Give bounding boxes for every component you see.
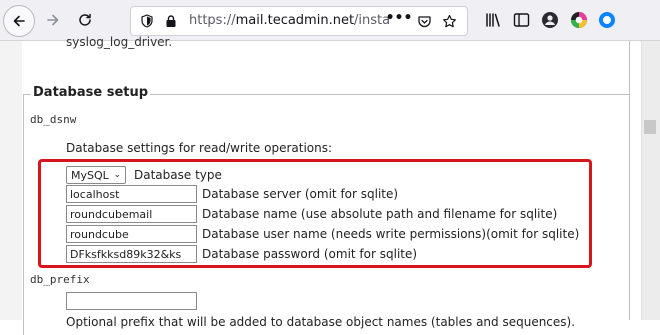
reload-icon: [79, 13, 91, 26]
account-icon[interactable]: [541, 11, 559, 29]
page-content: syslog_log_driver. Database setup db_dsn…: [0, 35, 660, 335]
db-prefix-field[interactable]: [66, 292, 197, 310]
prefix-label: db_prefix: [30, 273, 90, 286]
url-path: /installer/in: [354, 13, 389, 28]
extension-icon[interactable]: [570, 11, 588, 29]
address-bar[interactable]: https://mail.tecadmin.net/installer/in •…: [130, 6, 468, 36]
highlight-box: [38, 159, 592, 268]
more-icon[interactable]: •••: [386, 10, 413, 26]
url-host: mail.tecadmin.net: [235, 13, 355, 28]
scrollbar-track[interactable]: [641, 41, 660, 320]
forward-button[interactable]: [38, 5, 68, 35]
syslog-text: syslog_log_driver.: [66, 35, 173, 49]
library-icon[interactable]: [484, 11, 502, 29]
dsnw-label: db_dsnw: [30, 113, 77, 126]
url-text: https://mail.tecadmin.net/installer/in: [189, 13, 389, 28]
prefix-description: Optional prefix that will be added to da…: [66, 315, 576, 329]
reload-button[interactable]: [70, 5, 100, 35]
shield-icon[interactable]: [139, 13, 155, 29]
scrollbar-thumb[interactable]: [644, 120, 656, 134]
pocket-icon[interactable]: [416, 13, 432, 29]
page-margin: [0, 41, 22, 320]
forward-arrow-icon: [47, 14, 59, 26]
settings-description: Database settings for read/write operati…: [66, 141, 333, 155]
back-arrow-icon: [13, 15, 25, 27]
star-icon[interactable]: [441, 13, 457, 29]
url-scheme: https://: [189, 13, 236, 28]
sidebar-icon[interactable]: [512, 11, 530, 29]
lock-icon[interactable]: [163, 13, 179, 29]
back-button[interactable]: [3, 5, 35, 37]
section-title: Database setup: [31, 85, 151, 100]
sync-icon[interactable]: [598, 11, 616, 29]
